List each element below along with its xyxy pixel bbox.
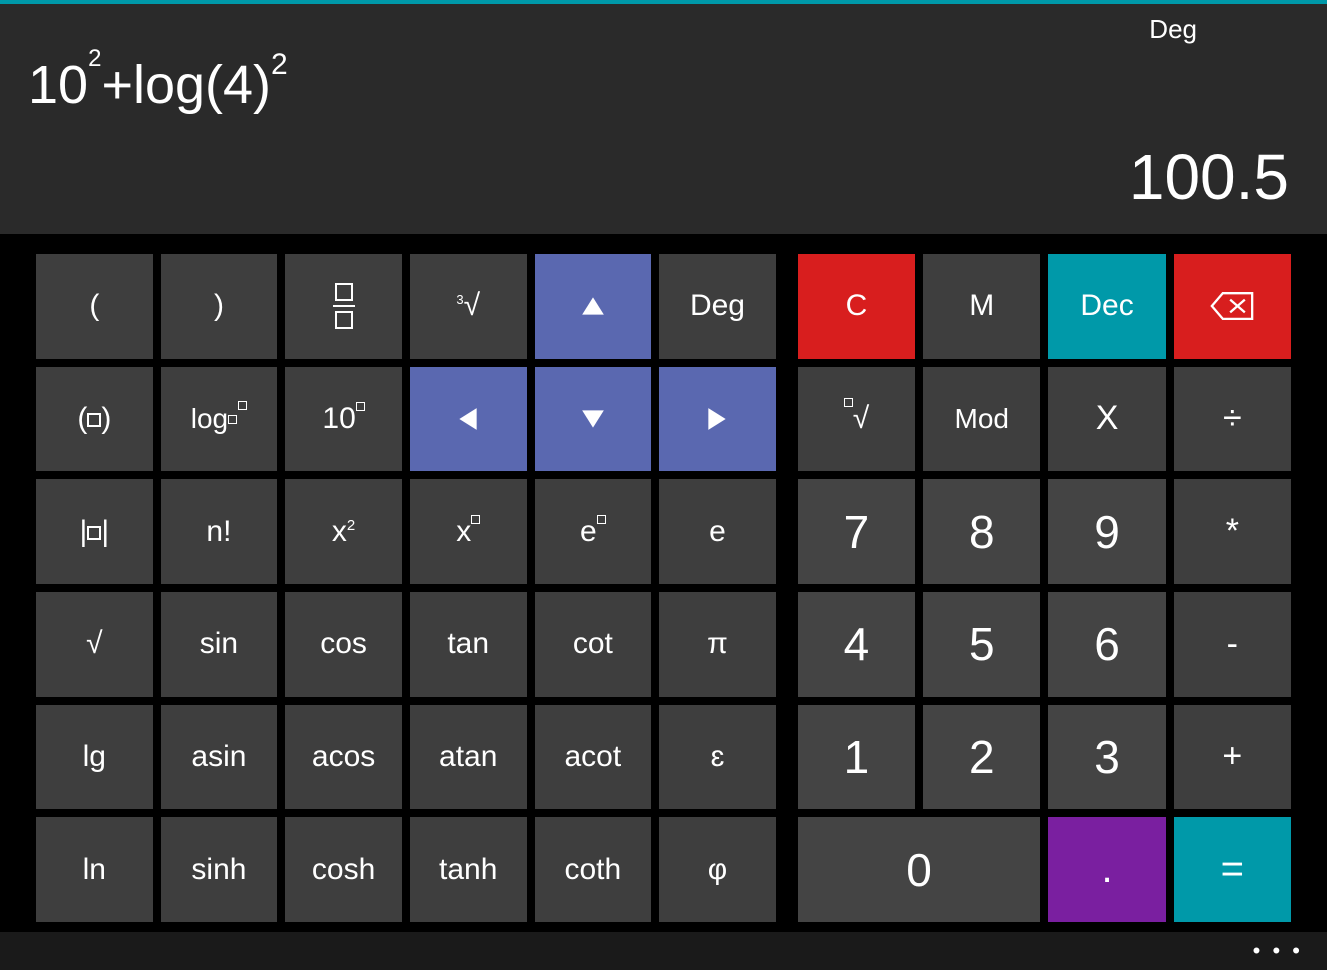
arrow-left-button[interactable] (410, 367, 527, 472)
e-const-button[interactable]: e (659, 479, 776, 584)
triangle-left-icon (455, 406, 481, 432)
digit-2-button[interactable]: 2 (923, 705, 1040, 810)
fraction-button[interactable] (285, 254, 402, 359)
cos-button[interactable]: cos (285, 592, 402, 697)
close-paren-button[interactable]: ) (161, 254, 278, 359)
degree-button[interactable]: Deg (659, 254, 776, 359)
decimal-mode-button[interactable]: Dec (1048, 254, 1165, 359)
sinh-button[interactable]: sinh (161, 817, 278, 922)
e-power-button[interactable]: e (535, 479, 652, 584)
tanh-button[interactable]: tanh (410, 817, 527, 922)
epsilon-button[interactable]: ɛ (659, 705, 776, 810)
digit-3-button[interactable]: 3 (1048, 705, 1165, 810)
expr-mid: +log(4) (101, 55, 271, 115)
asin-button[interactable]: asin (161, 705, 278, 810)
acot-button[interactable]: acot (535, 705, 652, 810)
arrow-down-button[interactable] (535, 367, 652, 472)
decimal-point-button[interactable]: . (1048, 817, 1165, 922)
divide-button[interactable]: ÷ (1174, 367, 1291, 472)
digit-4-button[interactable]: 4 (798, 592, 915, 697)
scientific-panel: ( ) 3√ Deg () log 10 (36, 254, 776, 922)
nth-root-button[interactable]: √ (798, 367, 915, 472)
tan-button[interactable]: tan (410, 592, 527, 697)
x-power-button[interactable]: x (410, 479, 527, 584)
expr-sup2: 2 (271, 48, 288, 81)
digit-6-button[interactable]: 6 (1048, 592, 1165, 697)
phi-button[interactable]: φ (659, 817, 776, 922)
abs-button[interactable]: || (36, 479, 153, 584)
memory-button[interactable]: M (923, 254, 1040, 359)
digit-1-button[interactable]: 1 (798, 705, 915, 810)
ten-power-button[interactable]: 10 (285, 367, 402, 472)
multiply-button[interactable]: * (1174, 479, 1291, 584)
pi-button[interactable]: π (659, 592, 776, 697)
backspace-icon (1210, 291, 1254, 321)
digit-0-button[interactable]: 0 (798, 817, 1041, 922)
cuberoot-button[interactable]: 3√ (410, 254, 527, 359)
fraction-icon (333, 283, 355, 329)
equals-button[interactable]: = (1174, 817, 1291, 922)
paren-group-button[interactable]: () (36, 367, 153, 472)
sqrt-button[interactable]: √ (36, 592, 153, 697)
en-icon: e (580, 515, 606, 549)
appbar: • • • (0, 932, 1327, 970)
x-squared-button[interactable]: x2 (285, 479, 402, 584)
triangle-up-icon (580, 293, 606, 319)
add-button[interactable]: + (1174, 705, 1291, 810)
mod-button[interactable]: Mod (923, 367, 1040, 472)
display-area: Deg 102+log(4)2 100.5 (0, 4, 1327, 234)
cot-button[interactable]: cot (535, 592, 652, 697)
open-paren-button[interactable]: ( (36, 254, 153, 359)
triangle-down-icon (580, 406, 606, 432)
subtract-button[interactable]: - (1174, 592, 1291, 697)
coth-button[interactable]: coth (535, 817, 652, 922)
arrow-right-button[interactable] (659, 367, 776, 472)
keypad: ( ) 3√ Deg () log 10 (0, 234, 1327, 932)
clear-button[interactable]: C (798, 254, 915, 359)
ten-power-icon: 10 (322, 402, 364, 436)
numeric-panel: C M Dec √ Mod X ÷ 7 8 9 * 4 5 6 - 1 2 3 … (798, 254, 1291, 922)
acos-button[interactable]: acos (285, 705, 402, 810)
factorial-button[interactable]: n! (161, 479, 278, 584)
x2-icon: x2 (332, 515, 355, 549)
log-base-icon: log (191, 403, 247, 435)
triangle-right-icon (704, 406, 730, 432)
expr-sup1: 2 (88, 45, 101, 72)
cosh-button[interactable]: cosh (285, 817, 402, 922)
angle-mode-label: Deg (1149, 14, 1197, 45)
lg-button[interactable]: lg (36, 705, 153, 810)
cuberoot-icon: 3√ (456, 289, 480, 323)
atan-button[interactable]: atan (410, 705, 527, 810)
paren-box-icon: () (77, 402, 111, 436)
more-icon[interactable]: • • • (1253, 938, 1303, 964)
log-base-button[interactable]: log (161, 367, 278, 472)
digit-7-button[interactable]: 7 (798, 479, 915, 584)
sin-button[interactable]: sin (161, 592, 278, 697)
ln-button[interactable]: ln (36, 817, 153, 922)
result-text: 100.5 (28, 140, 1299, 214)
abs-icon: || (80, 515, 110, 549)
digit-9-button[interactable]: 9 (1048, 479, 1165, 584)
xn-icon: x (456, 515, 480, 549)
digit-5-button[interactable]: 5 (923, 592, 1040, 697)
expression-text: 102+log(4)2 (28, 50, 1299, 120)
digit-8-button[interactable]: 8 (923, 479, 1040, 584)
arrow-up-button[interactable] (535, 254, 652, 359)
backspace-button[interactable] (1174, 254, 1291, 359)
expr-base1: 10 (28, 55, 88, 115)
multiply-x-button[interactable]: X (1048, 367, 1165, 472)
nroot-icon: √ (844, 402, 869, 436)
